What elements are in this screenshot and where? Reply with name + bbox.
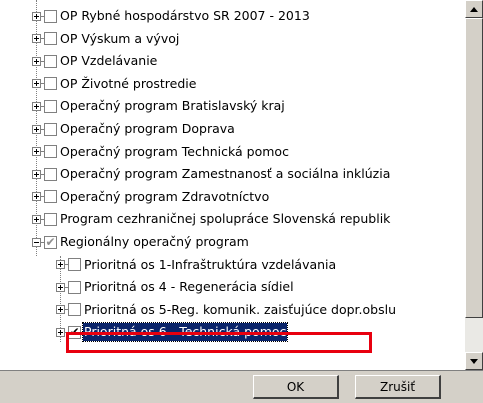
tree-item[interactable]: Operačný program Doprava: [32, 120, 236, 138]
expand-icon[interactable]: [32, 124, 41, 134]
expand-icon[interactable]: [56, 260, 65, 270]
tree-subitem[interactable]: ✔ Prioritná os 6 - Technická pomoc: [56, 322, 289, 343]
tree-item[interactable]: Operačný program Technická pomoc: [32, 143, 290, 161]
tree-view[interactable]: OP Rybné hospodárstvo SR 2007 - 2013 OP V…: [0, 0, 465, 370]
scroll-down-button[interactable]: [465, 352, 483, 370]
scroll-up-button[interactable]: [465, 0, 483, 18]
ok-button[interactable]: OK: [253, 375, 339, 399]
tree-subitem[interactable]: Prioritná os 4 - Regenerácia sídiel: [56, 278, 295, 296]
tree-item-label[interactable]: OP Životné prostredie: [59, 75, 197, 93]
expand-icon[interactable]: [56, 327, 65, 337]
item-checkbox[interactable]: [44, 212, 57, 226]
item-checkbox[interactable]: [44, 99, 57, 113]
item-checkbox[interactable]: [44, 54, 57, 68]
item-checkbox[interactable]: [44, 190, 57, 204]
item-checkbox[interactable]: [44, 77, 57, 91]
tree-connector: [41, 151, 43, 153]
tree-item[interactable]: Operačný program Zdravotníctvo: [32, 188, 270, 206]
cancel-button[interactable]: Zrušiť: [355, 375, 441, 399]
item-checkbox[interactable]: [68, 280, 81, 294]
tree-item[interactable]: Program cezhraničnej spolupráce Slovensk…: [32, 210, 391, 228]
tree-connector: [41, 196, 43, 198]
tree-connector: [41, 241, 43, 243]
dialog-button-bar: OK Zrušiť: [0, 370, 483, 403]
expand-icon[interactable]: [32, 214, 41, 224]
tree-connector: [41, 83, 43, 85]
tree-connector: [41, 38, 43, 40]
tree-subitem[interactable]: Prioritná os 1-Infraštruktúra vzdelávani…: [56, 256, 337, 274]
tree-connector: [41, 128, 43, 130]
tree-item-label[interactable]: Prioritná os 6 - Technická pomoc: [81, 322, 289, 343]
expand-icon[interactable]: [32, 147, 41, 157]
item-checkbox[interactable]: [44, 145, 57, 159]
tree-connector: [41, 173, 43, 175]
item-checkbox[interactable]: [68, 258, 81, 272]
expand-icon[interactable]: [32, 192, 41, 202]
arrow-up-icon: [470, 6, 478, 12]
expand-icon[interactable]: [32, 11, 41, 21]
item-checkbox[interactable]: ✔: [68, 325, 81, 339]
tree-item-label[interactable]: OP Vzdelávanie: [59, 52, 158, 70]
tree-connector: [41, 60, 43, 62]
item-checkbox[interactable]: [44, 9, 57, 23]
tree-item[interactable]: OP Vzdelávanie: [32, 52, 158, 70]
tree-item-label[interactable]: Program cezhraničnej spolupráce Slovensk…: [59, 210, 391, 228]
expand-icon[interactable]: [32, 169, 41, 179]
tree-connector: [41, 105, 43, 107]
vertical-scrollbar[interactable]: [465, 0, 483, 370]
expand-icon[interactable]: [32, 79, 41, 89]
expand-icon[interactable]: [32, 34, 41, 44]
tree-item-label[interactable]: Operačný program Zdravotníctvo: [59, 188, 270, 206]
tree-connector: [65, 309, 67, 311]
item-checkbox[interactable]: [44, 122, 57, 136]
tree-item[interactable]: Operačný program Zamestnanosť a sociálna…: [32, 165, 391, 183]
arrow-down-icon: [470, 358, 478, 364]
tree-item-label[interactable]: Operačný program Technická pomoc: [59, 143, 290, 161]
tree-item-label[interactable]: Operačný program Bratislavský kraj: [59, 97, 286, 115]
expand-icon[interactable]: [56, 282, 65, 292]
tree-item-label[interactable]: Regionálny operačný program: [59, 233, 250, 251]
expand-icon[interactable]: [32, 101, 41, 111]
tree-connector: [41, 15, 43, 17]
tree-connector: [65, 264, 67, 266]
tree-item-label[interactable]: OP Rybné hospodárstvo SR 2007 - 2013: [59, 7, 311, 25]
expand-icon[interactable]: [56, 305, 65, 315]
collapse-icon[interactable]: [32, 237, 41, 247]
scroll-thumb[interactable]: [465, 18, 483, 318]
item-checkbox[interactable]: [44, 167, 57, 181]
item-checkbox[interactable]: ✔: [44, 235, 57, 249]
item-checkbox[interactable]: [68, 303, 81, 317]
tree-item[interactable]: ✔ Regionálny operačný program: [32, 233, 250, 251]
tree-item[interactable]: OP Výskum a vývoj: [32, 30, 180, 48]
tree-item-label[interactable]: OP Výskum a vývoj: [59, 30, 180, 48]
tree-item-label[interactable]: Prioritná os 1-Infraštruktúra vzdelávani…: [83, 256, 337, 274]
item-checkbox[interactable]: [44, 32, 57, 46]
tree-connector: [41, 218, 43, 220]
tree-item[interactable]: Operačný program Bratislavský kraj: [32, 97, 286, 115]
tree-subitem[interactable]: Prioritná os 5-Reg. komunik. zaisťujúce …: [56, 301, 397, 319]
tree-item-label[interactable]: Prioritná os 4 - Regenerácia sídiel: [83, 278, 295, 296]
tree-item-label[interactable]: Prioritná os 5-Reg. komunik. zaisťujúce …: [83, 301, 397, 319]
tree-item[interactable]: OP Rybné hospodárstvo SR 2007 - 2013: [32, 7, 311, 25]
tree-item-label[interactable]: Operačný program Doprava: [59, 120, 236, 138]
tree-item[interactable]: OP Životné prostredie: [32, 75, 197, 93]
tree-item-label[interactable]: Operačný program Zamestnanosť a sociálna…: [59, 165, 391, 183]
tree-connector: [65, 286, 67, 288]
expand-icon[interactable]: [32, 56, 41, 66]
tree-connector: [65, 331, 67, 333]
